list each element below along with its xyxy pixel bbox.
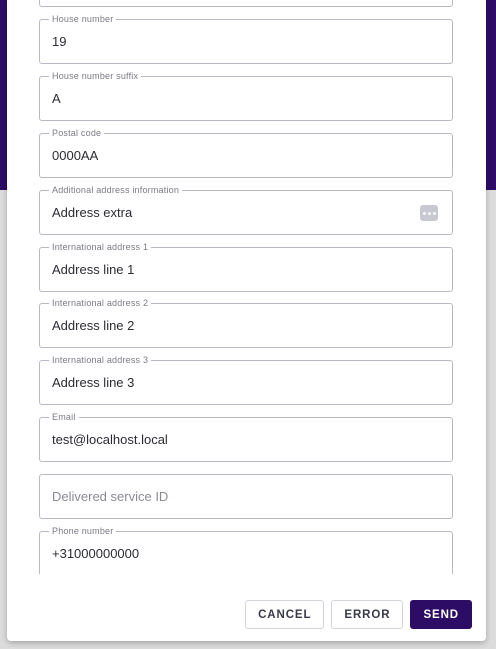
house-number-suffix-field[interactable]: House number suffix A bbox=[39, 70, 453, 121]
phone-number-label: Phone number bbox=[49, 525, 117, 537]
international-address-2-value: Address line 2 bbox=[52, 318, 135, 333]
house-number-suffix-value: A bbox=[52, 91, 61, 106]
international-address-1-field[interactable]: International address 1 Address line 1 bbox=[39, 241, 453, 292]
international-address-2-label: International address 2 bbox=[49, 297, 152, 309]
cancel-button[interactable]: CANCEL bbox=[245, 600, 325, 629]
house-number-suffix-label: House number suffix bbox=[49, 70, 142, 82]
additional-address-value: Address extra bbox=[52, 205, 133, 220]
delivered-service-id-placeholder: Delivered service ID bbox=[52, 489, 169, 504]
phone-number-value: +31000000000 bbox=[52, 546, 140, 561]
dialog-actions: CANCEL ERROR SEND bbox=[245, 600, 472, 629]
postal-code-field[interactable]: Postal code 0000AA bbox=[39, 127, 453, 178]
email-value: test@localhost.local bbox=[52, 432, 168, 447]
house-number-field[interactable]: House number 19 bbox=[39, 13, 453, 64]
international-address-3-label: International address 3 bbox=[49, 354, 152, 366]
previous-field[interactable] bbox=[39, 0, 453, 7]
international-address-3-field[interactable]: International address 3 Address line 3 bbox=[39, 354, 453, 405]
dialog: House number 19 House number suffix A Po… bbox=[7, 0, 486, 641]
send-button[interactable]: SEND bbox=[410, 600, 472, 629]
form-scroll-area[interactable]: House number 19 House number suffix A Po… bbox=[7, 0, 486, 574]
error-button[interactable]: ERROR bbox=[331, 600, 404, 629]
more-dots-icon[interactable] bbox=[420, 205, 438, 221]
international-address-3-value: Address line 3 bbox=[52, 375, 135, 390]
additional-address-field[interactable]: Additional address information Address e… bbox=[39, 184, 453, 235]
email-field[interactable]: Email test@localhost.local bbox=[39, 411, 453, 462]
postal-code-value: 0000AA bbox=[52, 148, 99, 163]
house-number-value: 19 bbox=[52, 34, 67, 49]
house-number-label: House number bbox=[49, 13, 117, 25]
phone-number-field[interactable]: Phone number +31000000000 bbox=[39, 525, 453, 574]
additional-address-label: Additional address information bbox=[49, 184, 183, 196]
international-address-2-field[interactable]: International address 2 Address line 2 bbox=[39, 297, 453, 348]
postal-code-label: Postal code bbox=[49, 127, 105, 139]
international-address-1-value: Address line 1 bbox=[52, 262, 135, 277]
email-label: Email bbox=[49, 411, 79, 423]
international-address-1-label: International address 1 bbox=[49, 241, 152, 253]
delivered-service-id-field[interactable]: Delivered service ID bbox=[39, 474, 453, 519]
